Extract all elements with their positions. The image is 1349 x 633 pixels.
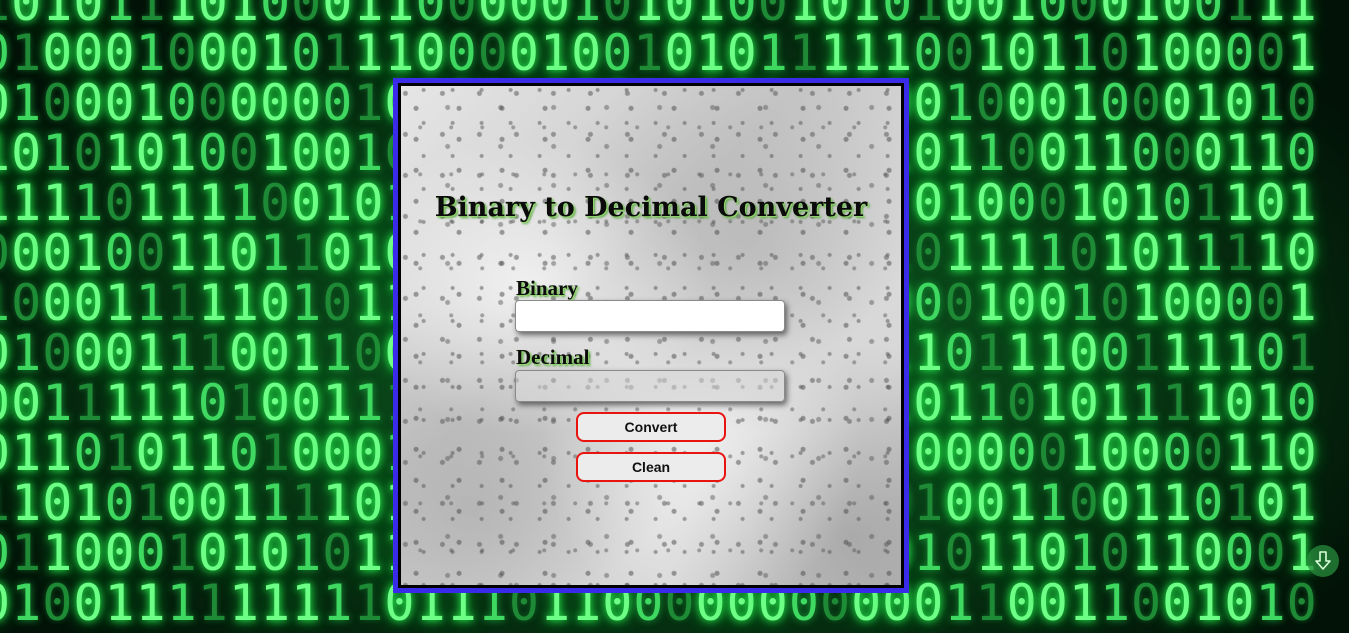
binary-label: Binary bbox=[516, 276, 578, 300]
clean-button[interactable]: Clean bbox=[576, 452, 726, 482]
scroll-down-button[interactable] bbox=[1307, 545, 1339, 577]
converter-card: Binary to Decimal Converter Binary Decim… bbox=[401, 86, 901, 585]
converter-panel: Binary to Decimal Converter Binary Decim… bbox=[393, 78, 909, 593]
convert-button[interactable]: Convert bbox=[576, 412, 726, 442]
arrow-down-icon bbox=[1315, 551, 1331, 570]
binary-input[interactable] bbox=[515, 300, 785, 332]
matrix-digit-row: 0100010001011100001001010111110010110100… bbox=[0, 24, 1318, 82]
page-title: Binary to Decimal Converter bbox=[434, 192, 868, 223]
decimal-output[interactable] bbox=[515, 370, 785, 402]
decimal-label: Decimal bbox=[516, 345, 590, 369]
